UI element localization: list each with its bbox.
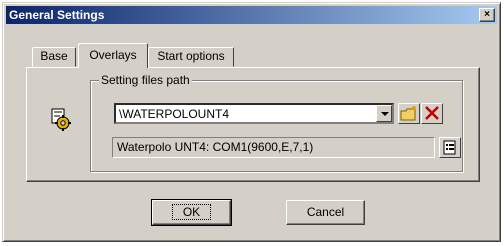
delete-button[interactable] [421, 103, 443, 124]
group-legend: Setting files path [99, 73, 192, 87]
path-combobox-value: \WATERPOLOUNT4 [119, 107, 230, 121]
tab-start-options-label: Start options [157, 49, 225, 63]
tab-overlays-label: Overlays [89, 48, 137, 62]
path-combobox[interactable]: \WATERPOLOUNT4 [114, 103, 394, 124]
close-icon: × [484, 9, 490, 20]
properties-button[interactable] [439, 137, 461, 158]
tab-base[interactable]: Base [32, 47, 76, 67]
delete-x-icon [425, 106, 439, 120]
close-button[interactable]: × [479, 8, 495, 22]
tab-start-options[interactable]: Start options [148, 47, 234, 67]
gear-settings-icon [51, 108, 71, 131]
title-bar[interactable]: General Settings × [6, 6, 497, 24]
setting-files-path-group: Setting files path [90, 73, 463, 172]
cancel-button-label: Cancel [306, 205, 345, 219]
connection-info: Waterpolo UNT4: COM1(9600,E,7,1) [112, 137, 435, 158]
tab-base-label: Base [40, 49, 68, 63]
properties-icon [443, 140, 456, 155]
ok-button-label: OK [171, 204, 212, 220]
dropdown-arrow-button[interactable] [376, 105, 392, 122]
tab-overlays[interactable]: Overlays [78, 43, 148, 68]
cancel-button[interactable]: Cancel [286, 200, 365, 225]
window-title: General Settings [9, 8, 105, 22]
new-folder-button[interactable] [398, 103, 420, 124]
new-folder-icon [400, 106, 416, 121]
ok-button[interactable]: OK [151, 199, 232, 226]
